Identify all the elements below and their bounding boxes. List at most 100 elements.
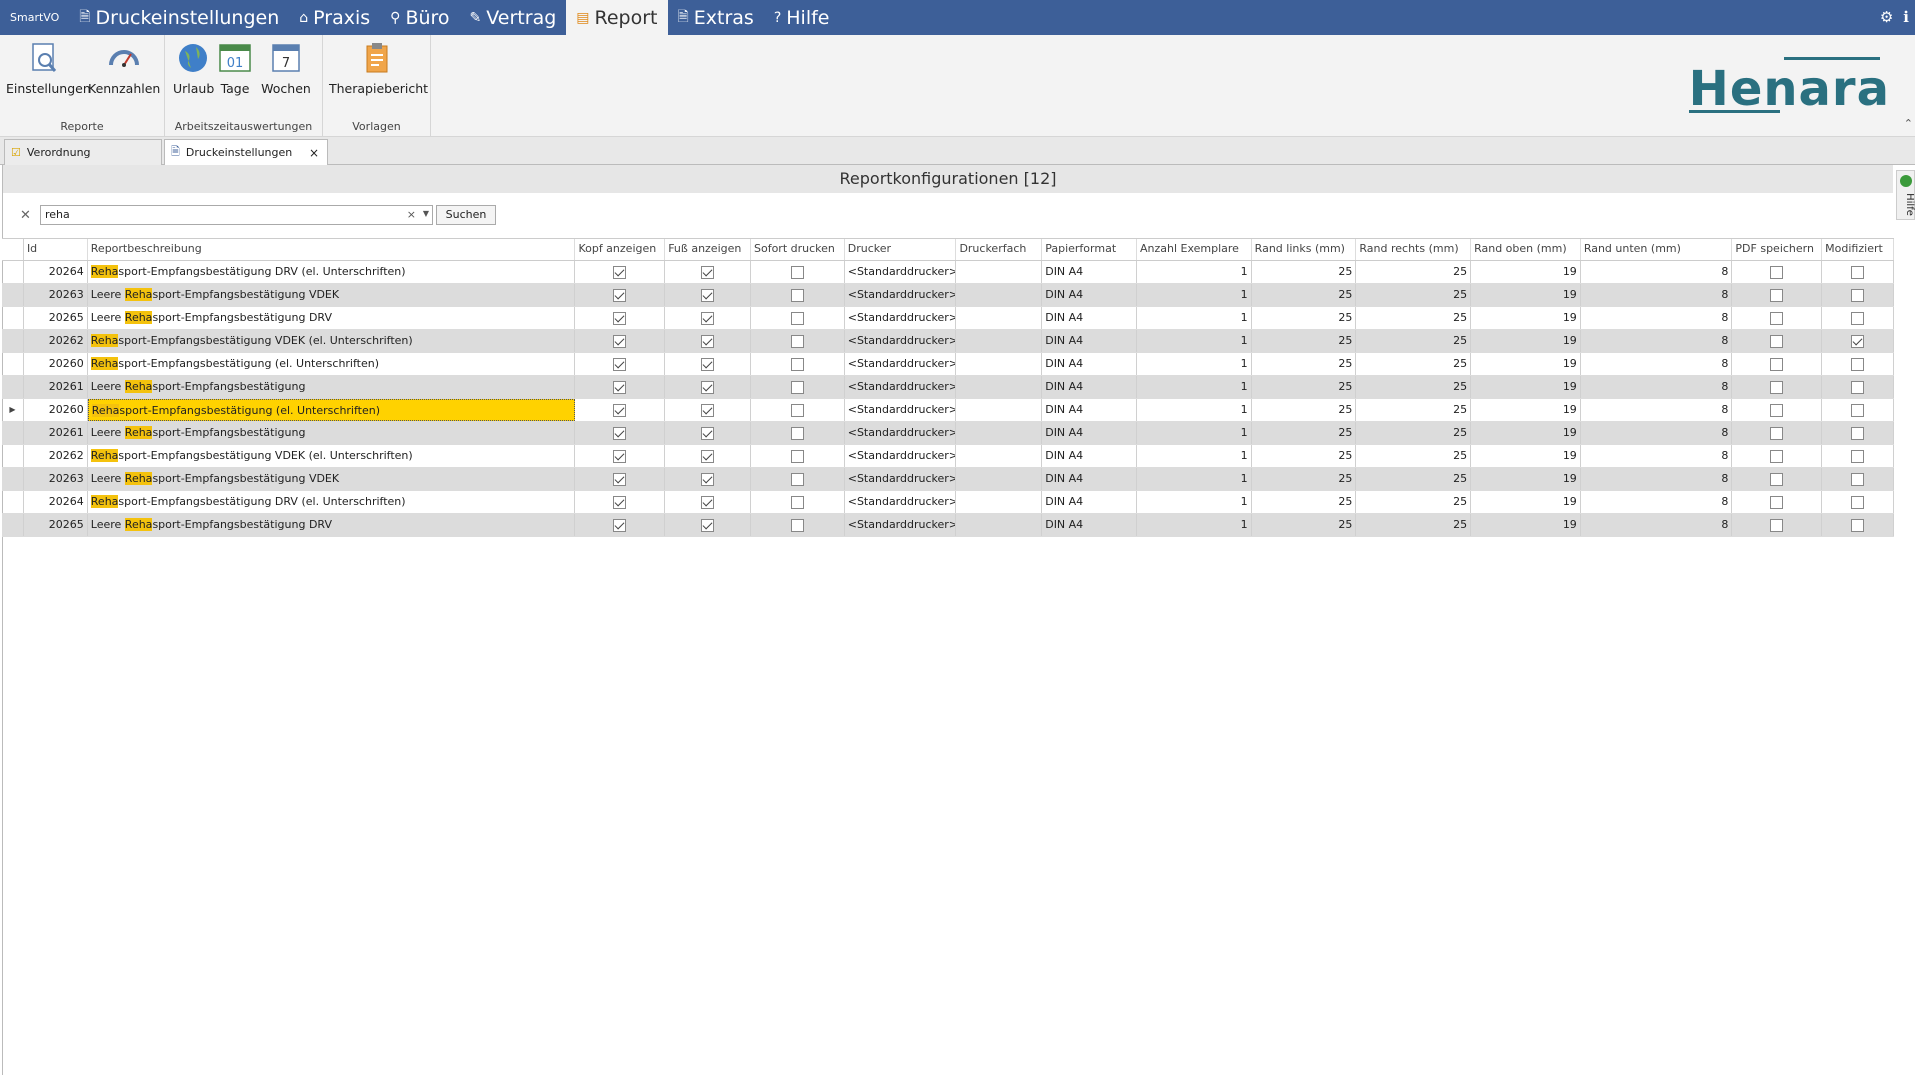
checkbox[interactable] bbox=[701, 472, 715, 486]
therapiebericht-button[interactable]: Therapiebericht bbox=[329, 41, 428, 96]
cell-sofort-drucken[interactable] bbox=[751, 284, 845, 306]
cell-modifiziert[interactable] bbox=[1822, 514, 1894, 536]
cell-anzahl[interactable]: 1 bbox=[1137, 353, 1252, 375]
checkbox[interactable] bbox=[701, 403, 715, 417]
checkbox[interactable] bbox=[701, 495, 715, 509]
cell-rand-oben[interactable]: 19 bbox=[1471, 514, 1581, 536]
cell-description[interactable]: Rehasport-Empfangsbestätigung DRV (el. U… bbox=[88, 261, 576, 283]
kennzahlen-button[interactable]: Kennzahlen bbox=[88, 41, 160, 96]
checkbox[interactable] bbox=[613, 449, 627, 463]
cell-sofort-drucken[interactable] bbox=[751, 491, 845, 513]
cell-anzahl[interactable]: 1 bbox=[1137, 468, 1252, 490]
cell-pdf-speichern[interactable] bbox=[1732, 514, 1823, 536]
cell-rand-oben[interactable]: 19 bbox=[1471, 261, 1581, 283]
cell-sofort-drucken[interactable] bbox=[751, 353, 845, 375]
column-header[interactable]: Modifiziert bbox=[1822, 239, 1894, 260]
cell-rand-oben[interactable]: 19 bbox=[1471, 307, 1581, 329]
cell-pdf-speichern[interactable] bbox=[1732, 330, 1823, 352]
cell-sofort-drucken[interactable] bbox=[751, 422, 845, 444]
cell-drucker[interactable]: <Standarddrucker> bbox=[845, 284, 957, 306]
info-icon[interactable]: ℹ bbox=[1903, 8, 1909, 26]
checkbox[interactable] bbox=[613, 426, 627, 440]
cell-modifiziert[interactable] bbox=[1822, 284, 1894, 306]
cell-fuss-anzeigen[interactable] bbox=[665, 491, 751, 513]
einstellungen-button[interactable]: Einstellungen bbox=[6, 41, 91, 96]
table-row[interactable]: 20260 Rehasport-Empfangsbestätigung (el. … bbox=[2, 353, 1894, 376]
cell-fuss-anzeigen[interactable] bbox=[665, 445, 751, 467]
ribbon-collapse-icon[interactable]: ⌃ bbox=[1904, 117, 1913, 130]
checkbox[interactable] bbox=[613, 265, 627, 279]
cell-drucker[interactable]: <Standarddrucker> bbox=[845, 514, 957, 536]
checkbox[interactable] bbox=[1770, 288, 1784, 302]
cell-pdf-speichern[interactable] bbox=[1732, 399, 1823, 421]
cell-description[interactable]: Leere Rehasport-Empfangsbestätigung VDEK bbox=[88, 468, 576, 490]
cell-description[interactable]: Leere Rehasport-Empfangsbestätigung bbox=[88, 422, 576, 444]
cell-pdf-speichern[interactable] bbox=[1732, 353, 1823, 375]
column-header[interactable]: Anzahl Exemplare bbox=[1137, 239, 1252, 260]
search-input[interactable]: reha × ▼ bbox=[40, 205, 433, 225]
cell-drucker[interactable]: <Standarddrucker> bbox=[845, 353, 957, 375]
table-row[interactable]: 20265 Leere Rehasport-Empfangsbestätigung… bbox=[2, 514, 1894, 537]
column-header[interactable]: Reportbeschreibung bbox=[88, 239, 576, 260]
cell-papierformat[interactable]: DIN A4 bbox=[1042, 445, 1137, 467]
column-header[interactable]: Sofort drucken bbox=[751, 239, 845, 260]
checkbox[interactable] bbox=[1770, 449, 1784, 463]
cell-rand-links[interactable]: 25 bbox=[1252, 399, 1357, 421]
cell-rand-rechts[interactable]: 25 bbox=[1356, 445, 1472, 467]
table-row[interactable]: 20261 Leere Rehasport-Empfangsbestätigung… bbox=[2, 376, 1894, 399]
cell-papierformat[interactable]: DIN A4 bbox=[1042, 376, 1137, 398]
cell-anzahl[interactable]: 1 bbox=[1137, 284, 1252, 306]
cell-rand-oben[interactable]: 19 bbox=[1471, 330, 1581, 352]
checkbox[interactable] bbox=[1851, 357, 1865, 371]
cell-sofort-drucken[interactable] bbox=[751, 445, 845, 467]
column-header[interactable]: Id bbox=[24, 239, 88, 260]
cell-kopf-anzeigen[interactable] bbox=[575, 330, 666, 352]
wochen-button[interactable]: 7 Wochen bbox=[261, 41, 311, 96]
checkbox[interactable] bbox=[1770, 380, 1784, 394]
menu-vertrag[interactable]: ✎ Vertrag bbox=[460, 0, 567, 35]
cell-modifiziert[interactable] bbox=[1822, 353, 1894, 375]
cell-papierformat[interactable]: DIN A4 bbox=[1042, 468, 1137, 490]
cell-rand-unten[interactable]: 8 bbox=[1581, 399, 1733, 421]
cell-druckerfach[interactable] bbox=[956, 422, 1043, 444]
cell-description[interactable]: Leere Rehasport-Empfangsbestätigung VDEK bbox=[88, 284, 576, 306]
cell-rand-rechts[interactable]: 25 bbox=[1356, 353, 1472, 375]
checkbox[interactable] bbox=[790, 357, 804, 371]
table-row[interactable]: ▶ 20260 Rehasport-Empfangsbestätigung (el.… bbox=[2, 399, 1894, 422]
clear-filter-icon[interactable]: ✕ bbox=[20, 208, 31, 223]
cell-rand-oben[interactable]: 19 bbox=[1471, 399, 1581, 421]
cell-fuss-anzeigen[interactable] bbox=[665, 399, 751, 421]
table-row[interactable]: 20264 Rehasport-Empfangsbestätigung DRV (… bbox=[2, 261, 1894, 284]
cell-kopf-anzeigen[interactable] bbox=[575, 491, 666, 513]
menu-hilfe[interactable]: ? Hilfe bbox=[764, 0, 840, 35]
cell-papierformat[interactable]: DIN A4 bbox=[1042, 514, 1137, 536]
checkbox[interactable] bbox=[701, 518, 715, 532]
cell-pdf-speichern[interactable] bbox=[1732, 422, 1823, 444]
cell-rand-rechts[interactable]: 25 bbox=[1356, 284, 1472, 306]
cell-rand-unten[interactable]: 8 bbox=[1581, 468, 1733, 490]
column-header[interactable]: Papierformat bbox=[1042, 239, 1137, 260]
checkbox[interactable] bbox=[613, 472, 627, 486]
cell-fuss-anzeigen[interactable] bbox=[665, 330, 751, 352]
tab-druckeinstellungen[interactable]: 🗎 Druckeinstellungen × bbox=[164, 139, 328, 165]
cell-modifiziert[interactable] bbox=[1822, 491, 1894, 513]
cell-description[interactable]: Leere Rehasport-Empfangsbestätigung bbox=[88, 376, 576, 398]
chevron-down-icon[interactable]: ▼ bbox=[423, 209, 429, 218]
cell-rand-unten[interactable]: 8 bbox=[1581, 376, 1733, 398]
cell-rand-links[interactable]: 25 bbox=[1252, 468, 1357, 490]
cell-modifiziert[interactable] bbox=[1822, 330, 1894, 352]
cell-modifiziert[interactable] bbox=[1822, 445, 1894, 467]
cell-anzahl[interactable]: 1 bbox=[1137, 330, 1252, 352]
cell-anzahl[interactable]: 1 bbox=[1137, 491, 1252, 513]
cell-rand-rechts[interactable]: 25 bbox=[1356, 330, 1472, 352]
cell-papierformat[interactable]: DIN A4 bbox=[1042, 330, 1137, 352]
cell-kopf-anzeigen[interactable] bbox=[575, 399, 666, 421]
cell-drucker[interactable]: <Standarddrucker> bbox=[845, 399, 957, 421]
cell-rand-oben[interactable]: 19 bbox=[1471, 284, 1581, 306]
cell-rand-links[interactable]: 25 bbox=[1252, 445, 1357, 467]
checkbox[interactable] bbox=[1770, 334, 1784, 348]
cell-drucker[interactable]: <Standarddrucker> bbox=[845, 307, 957, 329]
cell-rand-rechts[interactable]: 25 bbox=[1356, 491, 1472, 513]
checkbox[interactable] bbox=[613, 518, 627, 532]
cell-rand-links[interactable]: 25 bbox=[1252, 376, 1357, 398]
